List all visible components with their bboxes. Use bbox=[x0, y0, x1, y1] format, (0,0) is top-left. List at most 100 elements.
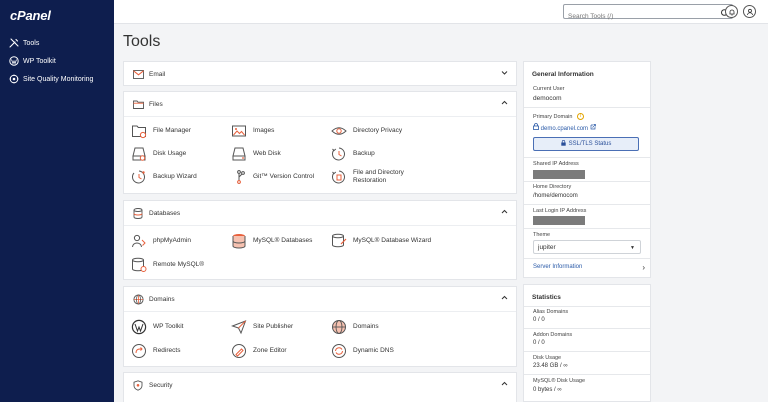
stat-label: Alias Domains bbox=[533, 309, 569, 315]
tool-label: Disk Usage bbox=[153, 150, 187, 157]
primary-domain-label: Primary Domain i bbox=[533, 113, 584, 120]
database-icon bbox=[132, 207, 144, 219]
info-icon[interactable]: i bbox=[576, 113, 584, 120]
shared-ip-label: Shared IP Address bbox=[533, 161, 579, 167]
phpmyadmin-icon bbox=[130, 232, 148, 250]
chevron-right-icon: › bbox=[642, 263, 645, 272]
tool-domains[interactable]: Domains bbox=[330, 318, 379, 336]
divider bbox=[524, 328, 650, 329]
envelope-icon bbox=[132, 68, 144, 80]
email-section-header[interactable]: Email bbox=[124, 62, 516, 86]
tool-mysql-databases[interactable]: MySQL® Databases bbox=[230, 232, 312, 250]
stat-label: Disk Usage bbox=[533, 355, 562, 361]
sidebar-item-label: WP Toolkit bbox=[23, 57, 56, 65]
panel-title: Statistics bbox=[532, 294, 561, 301]
dynamic-dns-icon bbox=[330, 342, 348, 360]
tool-images[interactable]: Images bbox=[230, 122, 274, 140]
restoration-icon bbox=[330, 168, 348, 186]
tool-wp-toolkit[interactable]: WP Toolkit bbox=[130, 318, 183, 336]
wordpress-icon bbox=[9, 56, 19, 66]
tool-label: Dynamic DNS bbox=[353, 347, 394, 354]
web-disk-icon bbox=[230, 145, 248, 163]
file-manager-icon bbox=[130, 122, 148, 140]
tool-site-publisher[interactable]: Site Publisher bbox=[230, 318, 293, 336]
cpanel-logo[interactable]: cPanel bbox=[10, 8, 51, 23]
notifications-button[interactable] bbox=[725, 5, 738, 18]
tool-label: File and Directory Restoration bbox=[353, 169, 404, 184]
tool-label: Git™ Version Control bbox=[253, 173, 315, 180]
redacted-ip bbox=[533, 216, 585, 225]
disk-usage-icon bbox=[130, 145, 148, 163]
tool-directory-privacy[interactable]: Directory Privacy bbox=[330, 122, 402, 140]
home-directory-label: Home Directory bbox=[533, 184, 572, 190]
tool-remote-mysql[interactable]: Remote MySQL® bbox=[130, 256, 204, 274]
chevron-up-icon bbox=[501, 381, 508, 389]
chevron-up-icon bbox=[501, 209, 508, 217]
files-section-header[interactable]: Files bbox=[124, 92, 516, 116]
zone-editor-icon bbox=[230, 342, 248, 360]
tool-disk-usage[interactable]: Disk Usage bbox=[130, 145, 186, 163]
chevron-up-icon bbox=[501, 100, 508, 108]
tool-file-directory-restoration[interactable]: File and Directory Restoration bbox=[330, 168, 404, 186]
domains-section-header[interactable]: Domains bbox=[124, 287, 516, 311]
backup-wizard-icon bbox=[130, 168, 148, 186]
theme-select[interactable]: jupiter ▼ bbox=[533, 240, 641, 254]
ssl-tls-status-button[interactable]: SSL/TLS Status bbox=[533, 137, 639, 151]
tool-label: File Manager bbox=[153, 127, 191, 134]
primary-domain-link[interactable]: demo.cpanel.com bbox=[533, 123, 596, 132]
chevron-down-icon bbox=[501, 70, 508, 78]
tool-mysql-database-wizard[interactable]: MySQL® Database Wizard bbox=[330, 232, 431, 250]
databases-section-header[interactable]: Databases bbox=[124, 201, 516, 225]
sidebar-item-tools[interactable]: Tools bbox=[0, 34, 114, 52]
tool-label: phpMyAdmin bbox=[153, 237, 191, 244]
files-section: Files File Manager Images Directory Priv… bbox=[123, 91, 517, 194]
tool-git-version-control[interactable]: Git™ Version Control bbox=[230, 168, 314, 186]
lock-icon bbox=[533, 123, 539, 132]
current-user-label: Current User bbox=[533, 86, 565, 92]
domains-section: Domains WP Toolkit Site Publisher Domain… bbox=[123, 286, 517, 367]
tool-phpmyadmin[interactable]: phpMyAdmin bbox=[130, 232, 191, 250]
remote-mysql-icon bbox=[130, 256, 148, 274]
chevron-up-icon bbox=[501, 295, 508, 303]
last-login-label: Last Login IP Address bbox=[533, 208, 587, 214]
divider bbox=[524, 351, 650, 352]
divider bbox=[524, 258, 650, 259]
user-menu-button[interactable] bbox=[743, 5, 756, 18]
tool-label: WP Toolkit bbox=[153, 323, 184, 330]
tool-label: Domains bbox=[353, 323, 379, 330]
section-title: Files bbox=[149, 100, 163, 108]
tool-label: Backup Wizard bbox=[153, 173, 197, 180]
tool-label: Backup bbox=[353, 150, 375, 157]
tool-web-disk[interactable]: Web Disk bbox=[230, 145, 281, 163]
section-title: Security bbox=[149, 381, 173, 389]
stat-value: 0 / 0 bbox=[533, 340, 545, 346]
tool-zone-editor[interactable]: Zone Editor bbox=[230, 342, 287, 360]
divider bbox=[524, 107, 650, 108]
tool-label: Redirects bbox=[153, 347, 181, 354]
user-icon bbox=[746, 3, 754, 21]
sidebar-item-label: Tools bbox=[23, 39, 40, 47]
tool-backup[interactable]: Backup bbox=[330, 145, 375, 163]
mysql-databases-icon bbox=[230, 232, 248, 250]
tool-redirects[interactable]: Redirects bbox=[130, 342, 180, 360]
security-section-header[interactable]: Security bbox=[124, 373, 516, 397]
current-user-value: democom bbox=[533, 95, 562, 102]
section-title: Databases bbox=[149, 209, 181, 217]
email-section: Email bbox=[123, 61, 517, 86]
tool-dynamic-dns[interactable]: Dynamic DNS bbox=[330, 342, 394, 360]
tool-backup-wizard[interactable]: Backup Wizard bbox=[130, 168, 197, 186]
sidebar-item-site-quality[interactable]: Site Quality Monitoring bbox=[0, 70, 114, 88]
server-information-link[interactable]: Server Information › bbox=[533, 263, 645, 272]
stat-label: Addon Domains bbox=[533, 332, 573, 338]
divider bbox=[524, 181, 650, 182]
theme-label: Theme bbox=[533, 232, 551, 238]
page-title: Tools bbox=[123, 33, 161, 50]
images-icon bbox=[230, 122, 248, 140]
search-input[interactable] bbox=[564, 10, 714, 23]
sidebar-item-wp-toolkit[interactable]: WP Toolkit bbox=[0, 52, 114, 70]
divider bbox=[524, 374, 650, 375]
tool-label: Zone Editor bbox=[253, 347, 287, 354]
tools-icon bbox=[9, 38, 19, 48]
tool-file-manager[interactable]: File Manager bbox=[130, 122, 191, 140]
section-title: Email bbox=[149, 70, 166, 78]
